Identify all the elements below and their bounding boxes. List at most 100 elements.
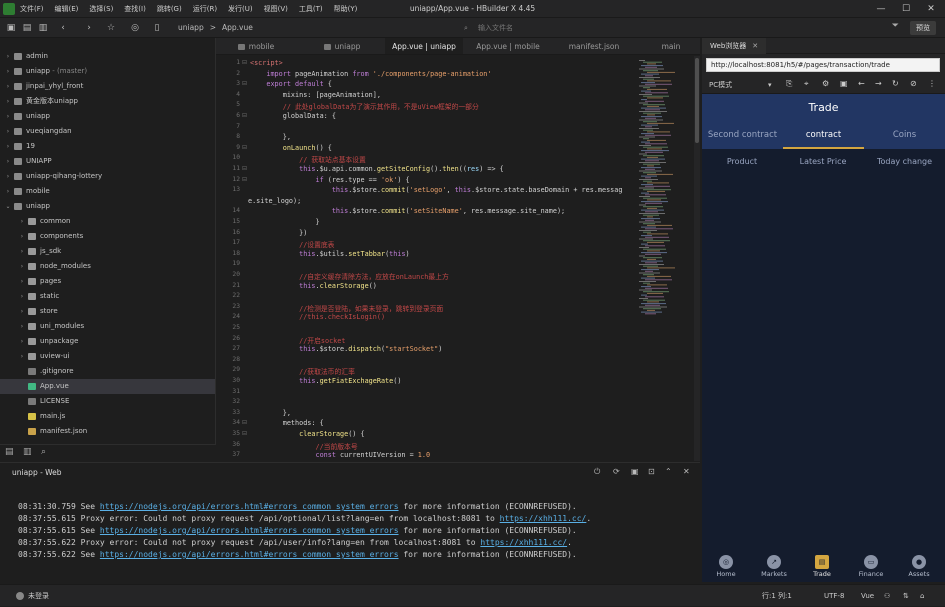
screenshot-icon[interactable]: ⎘: [786, 79, 792, 89]
menu-edit[interactable]: 编辑(E): [55, 0, 79, 18]
fold-icon[interactable]: ⊟: [242, 112, 247, 119]
code-line[interactable]: mixins: [pageAnimation],: [250, 91, 381, 99]
more-icon[interactable]: ⋮: [928, 79, 936, 88]
tree-item[interactable]: › mobile: [0, 184, 215, 199]
tree-item[interactable]: App.vue: [0, 379, 215, 394]
chevron-right-icon[interactable]: ›: [4, 139, 12, 154]
fold-icon[interactable]: ⊟: [242, 80, 247, 87]
nav-trade[interactable]: ▤ Trade: [798, 552, 846, 578]
preview-button[interactable]: 预览: [910, 21, 936, 35]
code-line[interactable]: onLaunch() {: [250, 144, 332, 152]
chevron-right-icon[interactable]: ›: [18, 289, 26, 304]
collapse-icon[interactable]: ⌃: [665, 467, 672, 476]
chevron-right-icon[interactable]: ›: [18, 349, 26, 364]
fold-icon[interactable]: ⊟: [242, 59, 247, 66]
chevron-right-icon[interactable]: ›: [4, 49, 12, 64]
nav-markets[interactable]: ↗ Markets: [750, 552, 798, 578]
lock-scroll-icon[interactable]: ⊡: [648, 467, 655, 476]
menu-select[interactable]: 选择(S): [89, 0, 113, 18]
code-line[interactable]: this.clearStorage(): [250, 282, 377, 290]
code-line[interactable]: // 获取站点基本设置: [250, 154, 366, 164]
chevron-right-icon[interactable]: ›: [18, 304, 26, 319]
code-line[interactable]: if (res.type == 'ok') {: [250, 176, 409, 184]
console-link[interactable]: https://xhh111.cc/: [480, 538, 567, 547]
tree-item[interactable]: › static: [0, 289, 215, 304]
open-folder-icon[interactable]: ▤: [20, 21, 34, 35]
tree-item[interactable]: › jinpai_yhyl_front: [0, 79, 215, 94]
tree-item[interactable]: › uniapp - (master): [0, 64, 215, 79]
code-line[interactable]: this.$store.commit('setSiteName', res.me…: [250, 207, 565, 215]
code-line[interactable]: this.$store.dispatch("startSocket"): [250, 345, 442, 353]
chevron-right-icon[interactable]: ›: [4, 94, 12, 109]
star-icon[interactable]: ☆: [104, 21, 118, 35]
filter-icon[interactable]: ⏷: [892, 21, 899, 31]
run-icon[interactable]: ◎: [128, 21, 142, 35]
code-line[interactable]: import pageAnimation from './components/…: [250, 70, 491, 78]
app-tab-second-contract[interactable]: Second contract: [702, 121, 783, 149]
code-line[interactable]: }): [250, 229, 307, 237]
scrollbar-thumb[interactable]: [695, 58, 699, 143]
code-line[interactable]: clearStorage() {: [250, 430, 364, 438]
console-tab[interactable]: uniapp - Web: [12, 463, 62, 484]
fold-icon[interactable]: ⊟: [242, 430, 247, 437]
chevron-down-icon[interactable]: ▾: [768, 76, 772, 94]
menu-goto[interactable]: 跳转(G): [157, 0, 182, 18]
tab-manifest-json[interactable]: manifest.json: [560, 38, 628, 54]
code-line[interactable]: //this.checkIsLogin(): [250, 313, 385, 321]
tree-item[interactable]: › uniapp: [0, 109, 215, 124]
save-icon[interactable]: ▥: [36, 21, 50, 35]
close-console-icon[interactable]: ✕: [683, 467, 690, 476]
editor-scrollbar[interactable]: [694, 56, 700, 461]
fold-icon[interactable]: ⊟: [242, 144, 247, 151]
clear-console-icon[interactable]: ▣: [631, 467, 639, 476]
chevron-right-icon[interactable]: ›: [18, 274, 26, 289]
chevron-down-icon[interactable]: ⌄: [4, 199, 12, 214]
tree-item[interactable]: main.js: [0, 409, 215, 424]
fold-icon[interactable]: ⊟: [242, 176, 247, 183]
tab-app-vue-mobile[interactable]: App.vue | mobile: [470, 38, 546, 54]
notification-icon[interactable]: ⚇: [884, 585, 890, 607]
back-icon[interactable]: ‹: [56, 21, 70, 35]
tree-item[interactable]: LICENSE: [0, 394, 215, 409]
code-line[interactable]: //设置底表: [250, 239, 334, 249]
settings-icon[interactable]: ⚙: [822, 79, 829, 88]
menu-file[interactable]: 文件(F): [20, 0, 44, 18]
chevron-right-icon[interactable]: ›: [18, 244, 26, 259]
chevron-right-icon[interactable]: ›: [4, 184, 12, 199]
tree-item[interactable]: › store: [0, 304, 215, 319]
nav-finance[interactable]: ▭ Finance: [847, 552, 895, 578]
menu-run[interactable]: 运行(R): [193, 0, 217, 18]
code-line[interactable]: e.site_logo);: [248, 197, 301, 205]
forward-arrow-icon[interactable]: →: [875, 79, 882, 88]
menu-view[interactable]: 视图(V): [264, 0, 288, 18]
language-mode[interactable]: Vue: [861, 585, 874, 607]
fold-icon[interactable]: ⊟: [242, 419, 247, 426]
console-output[interactable]: 08:31:30.759 See https://nodejs.org/api/…: [0, 482, 700, 582]
new-file-icon[interactable]: ▣: [4, 21, 18, 35]
tree-item[interactable]: › 黄金版本uniapp: [0, 94, 215, 109]
code-line[interactable]: },: [250, 409, 291, 417]
tree-item[interactable]: › unpackage: [0, 334, 215, 349]
encoding[interactable]: UTF-8: [824, 585, 844, 607]
code-line[interactable]: //检测是否登陆，如果未登录，跳转到登录页面: [250, 303, 443, 313]
chevron-right-icon[interactable]: ›: [4, 154, 12, 169]
code-line[interactable]: this.$store.commit('setLogo', this.$stor…: [250, 186, 623, 194]
tab-main[interactable]: main: [656, 38, 686, 54]
reload-icon[interactable]: ↻: [892, 79, 899, 88]
code-line[interactable]: this.$utils.setTabbar(this): [250, 250, 410, 258]
clear-cache-icon[interactable]: ⊘: [910, 79, 917, 88]
chevron-right-icon[interactable]: ›: [4, 109, 12, 124]
app-tab-contract[interactable]: contract: [783, 121, 864, 149]
minimize-button[interactable]: —: [870, 0, 892, 18]
forward-icon[interactable]: ›: [82, 21, 96, 35]
sync-icon[interactable]: ⇅: [903, 585, 909, 607]
inspect-icon[interactable]: ⌖: [804, 79, 809, 89]
stop-icon[interactable]: ⏻: [594, 467, 600, 477]
tab-mobile[interactable]: mobile: [226, 38, 286, 54]
sidebar-toggle-icon[interactable]: ▯: [150, 21, 164, 35]
menu-tools[interactable]: 工具(T): [299, 0, 323, 18]
tree-item[interactable]: › uview-ui: [0, 349, 215, 364]
chevron-right-icon[interactable]: ›: [4, 169, 12, 184]
minimap[interactable]: [636, 56, 694, 461]
code-line[interactable]: },: [250, 133, 291, 141]
